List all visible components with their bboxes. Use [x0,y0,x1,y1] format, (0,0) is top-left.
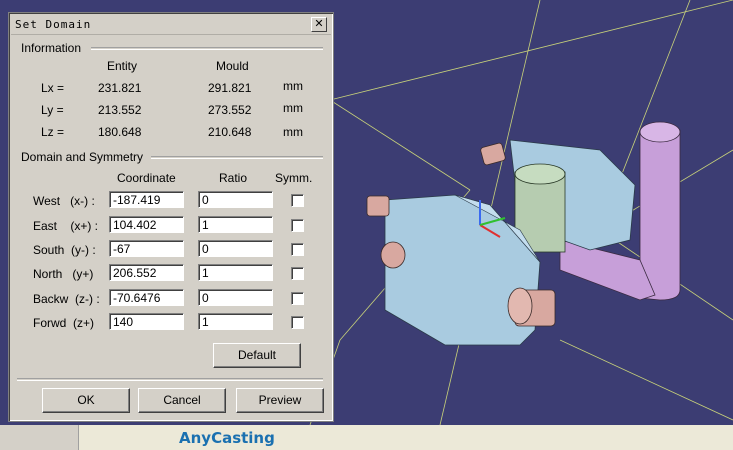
unit-label: mm [283,125,303,139]
brand-label: AnyCasting [179,429,275,447]
entity-value: 213.552 [98,103,142,117]
west-symm-checkbox[interactable] [291,194,304,207]
west-ratio-input[interactable] [198,191,273,208]
default-button[interactable]: Default [213,343,301,368]
entity-value: 180.648 [98,125,142,139]
backw-coordinate-input[interactable] [109,289,184,306]
north-coordinate-input[interactable] [109,264,184,281]
forwd-symm-checkbox[interactable] [291,316,304,329]
east-ratio-input[interactable] [198,216,273,233]
status-strip: AnyCasting [0,425,733,450]
coordinate-header: Coordinate [117,171,176,185]
east-coordinate-input[interactable] [109,216,184,233]
backw-symm-checkbox[interactable] [291,292,304,305]
info-row-label: Ly = [41,103,64,117]
information-divider [91,47,323,50]
ratio-header: Ratio [219,171,248,185]
row-label: South (y-) : [33,243,96,257]
info-row-label: Lz = [41,125,65,139]
info-row-label: Lx = [41,81,65,95]
unit-label: mm [283,101,303,115]
south-symm-checkbox[interactable] [291,243,304,256]
east-symm-checkbox[interactable] [291,219,304,232]
domain-group-label: Domain and Symmetry [21,150,144,164]
unit-label: mm [283,79,303,93]
close-button[interactable]: ✕ [311,17,327,32]
cancel-button[interactable]: Cancel [138,388,226,413]
symm-header: Symm. [275,171,313,185]
status-panel: AnyCasting [78,425,733,450]
row-label: West (x-) : [33,194,95,208]
ok-button[interactable]: OK [42,388,130,413]
set-domain-dialog: Set Domain ✕ Information Entity Mould Lx… [8,12,334,422]
south-ratio-input[interactable] [198,240,273,257]
backw-ratio-input[interactable] [198,289,273,306]
mould-value: 273.552 [208,103,252,117]
entity-value: 231.821 [98,81,142,95]
close-icon: ✕ [314,17,324,30]
domain-divider [151,156,323,159]
row-label: East (x+) : [33,219,99,233]
mould-value: 210.648 [208,125,252,139]
information-group-label: Information [21,41,82,55]
west-coordinate-input[interactable] [109,191,184,208]
dialog-titlebar[interactable]: Set Domain ✕ [11,15,331,35]
forwd-ratio-input[interactable] [198,313,273,330]
mould-value: 291.821 [208,81,252,95]
dialog-title: Set Domain [15,18,92,31]
north-symm-checkbox[interactable] [291,267,304,280]
preview-button[interactable]: Preview [236,388,324,413]
row-label: Backw (z-) : [33,292,100,306]
row-label: Forwd (z+) [33,316,95,330]
row-label: North (y+) [33,267,94,281]
mould-header: Mould [216,59,249,73]
button-divider [17,378,323,381]
south-coordinate-input[interactable] [109,240,184,257]
north-ratio-input[interactable] [198,264,273,281]
forwd-coordinate-input[interactable] [109,313,184,330]
entity-header: Entity [107,59,138,73]
